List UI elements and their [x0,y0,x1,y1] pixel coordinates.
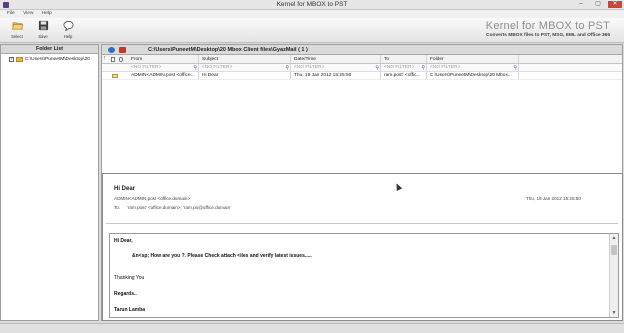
filter-subject[interactable]: <NO FILTER> ⚲ [199,64,291,71]
message-date: Thu, 19 Jan 2012 15:25:50 [526,196,581,201]
scroll-thumb[interactable] [611,245,617,255]
scroll-up-icon[interactable]: ▲ [610,234,618,242]
message-body[interactable]: Hi Dear, &n<sp; How are you ?. Please Ch… [109,233,619,318]
body-thanks: Thanking You [114,275,145,281]
message-to-label: To: [114,205,121,210]
column-header-subject[interactable]: Subject [199,55,291,63]
status-bar [0,323,624,333]
path-bar: C:\Users\PuneetM\Desktop\20 Mbox Client … [102,45,622,55]
menu-view[interactable]: View [23,10,33,18]
search-icon: ⚲ [513,65,517,71]
menu-help[interactable]: Help [42,10,52,18]
row-date: Thu, 19 Jan 2012 15:25:50 [291,72,381,79]
menu-bar: File View Help [0,10,624,18]
toolbar: Select Save Help Kernel for MBOX to PST … [0,18,624,43]
search-icon: ⚲ [193,65,197,71]
filter-date-text: <NO FILTER> [294,65,325,70]
message-from: ADMIN<ADMIN.post <office.domain> [114,196,191,201]
row-from: ADMIN<ADMIN.post <office... [128,72,199,79]
window-title: Kernel for MBOX to PST [276,1,348,8]
folder-open-icon [11,22,23,30]
flag-icon: ! [104,57,108,62]
column-header-folder[interactable]: Folder [427,55,519,63]
help-label: Help [63,34,73,39]
save-icon [38,20,48,31]
column-header-to[interactable]: To [381,55,427,63]
folder-list-panel: Folder List ✓ C:\Users\PuneetM\Desktop\2… [0,44,99,321]
message-to: 'ram.post' <office.domain>, 'ram.po@offi… [127,205,232,210]
filter-date[interactable]: <NO FILTER> ⚲ [291,64,381,71]
folder-icon [16,57,23,62]
filter-to-text: <NO FILTER> [384,65,415,70]
row-folder: C:\Users\PuneetM\Desktop\20 Mbox... [427,72,519,79]
help-button[interactable]: Help [59,20,77,41]
folder-list-header: Folder List [1,45,98,54]
filter-folder-text: <NO FILTER> [430,65,461,70]
window-controls: – ▢ ✕ [574,1,622,8]
message-header: Hi Dear ADMIN<ADMIN.post <office.domain>… [106,177,618,224]
filter-subject-text: <NO FILTER> [202,65,233,70]
title-bar: Kernel for MBOX to PST – ▢ ✕ [0,0,624,10]
pst-icon [119,47,126,53]
folder-checkbox[interactable]: ✓ [9,57,14,62]
brand-tagline: Converts MBOX files to PST, MSG, EML and… [486,33,610,38]
body-signature: Tarun Lamba [114,307,146,313]
row-subject: Hi Dear [199,72,291,79]
message-subject: Hi Dear [114,186,136,192]
save-button[interactable]: Save [34,20,52,41]
help-icon [63,21,73,31]
filter-from-text: <NO FILTER> [131,65,162,70]
column-header-from[interactable]: From [128,55,199,63]
brand-name: Kernel for MBOX to PST [485,20,610,32]
close-button[interactable]: ✕ [608,1,622,8]
grid-filter-row: <NO FILTER> ⚲ <NO FILTER> ⚲ <NO FILTER> ⚲ <… [102,64,622,72]
maximize-button[interactable]: ▢ [591,1,605,8]
row-to: ram.post' <offic... [381,72,427,79]
select-button[interactable]: Select [8,20,26,41]
grid-header: ! From Subject Date/Time To Folder [102,55,622,64]
body-scrollbar[interactable]: ▲ ▼ [609,234,618,317]
scroll-down-icon[interactable]: ▼ [610,309,618,317]
body-regards: Regards.. [114,291,137,297]
search-icon: ⚲ [421,65,425,71]
filter-folder[interactable]: <NO FILTER> ⚲ [427,64,519,71]
envelope-icon [112,74,118,78]
body-greeting: Hi Dear, [114,238,133,244]
minimize-button[interactable]: – [574,1,588,8]
search-icon: ⚲ [375,65,379,71]
filter-to[interactable]: <NO FILTER> ⚲ [381,64,427,71]
body-main: &n<sp; How are you ?. Please Check attac… [132,253,312,259]
select-label: Select [11,34,23,39]
search-icon: ⚲ [285,65,289,71]
folder-tree-label: C:\Users\PuneetM\Desktop\20 [25,57,90,62]
menu-file[interactable]: File [7,10,15,18]
save-label: Save [38,34,48,39]
doc-icon [111,57,115,62]
globe-icon [108,47,115,53]
brand-block: Kernel for MBOX to PST Converts MBOX fil… [486,20,610,38]
message-preview: Hi Dear ADMIN<ADMIN.post <office.domain>… [102,173,623,321]
attachment-icon [119,57,123,62]
column-header-date[interactable]: Date/Time [291,55,381,63]
table-row[interactable]: ADMIN<ADMIN.post <office... Hi Dear Thu,… [102,72,622,80]
folder-tree-item[interactable]: ✓ C:\Users\PuneetM\Desktop\20 [1,56,98,64]
filter-from[interactable]: <NO FILTER> ⚲ [128,64,199,71]
current-path: C:\Users\PuneetM\Desktop\20 Mbox Client … [148,47,308,53]
